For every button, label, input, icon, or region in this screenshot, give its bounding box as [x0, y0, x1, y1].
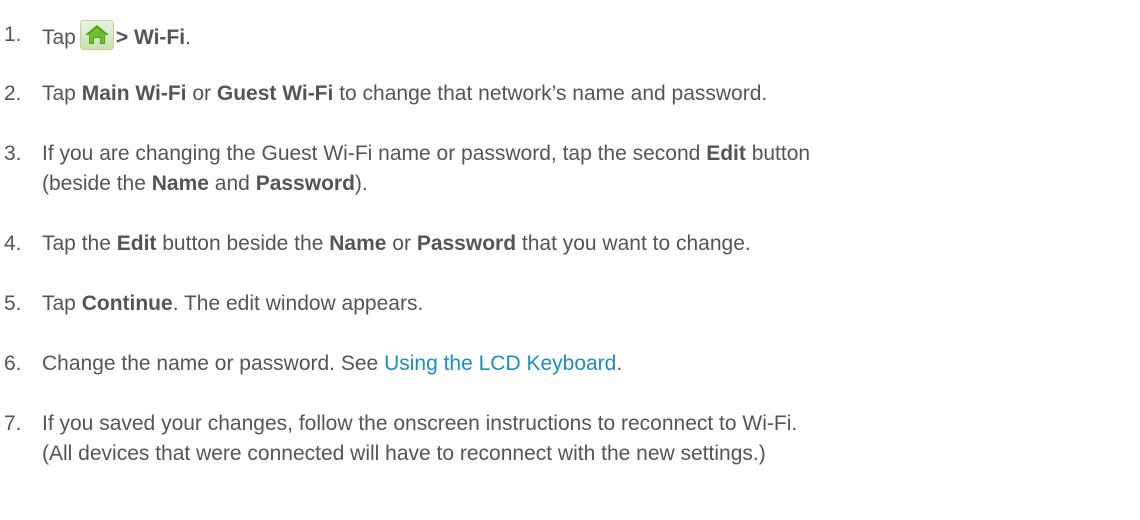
connector-word: and	[214, 172, 250, 195]
password-label: Password	[416, 232, 517, 255]
connector-word: or	[392, 232, 411, 255]
step-rest-text: that you want to change.	[521, 232, 751, 255]
step-number: 4.	[4, 232, 22, 255]
step-number: 7.	[4, 412, 22, 435]
main-wifi-label: Main Wi-Fi	[81, 82, 187, 105]
continue-label: Continue	[81, 292, 173, 315]
step-text: Tap Continue. The edit window appears.	[42, 289, 1112, 319]
step-tap-word: Tap	[42, 292, 76, 315]
name-label: Name	[151, 172, 209, 195]
punctuation: .	[185, 26, 191, 49]
step-text: Tap > Wi-Fi.	[42, 20, 1112, 53]
step-text: Change the name or password. See Using t…	[42, 349, 1112, 379]
step-main-text: Change the name or password. See	[42, 352, 379, 375]
button-word: button	[751, 142, 811, 165]
step-number: 6.	[4, 352, 22, 375]
step-number: 3.	[4, 142, 22, 165]
step-line-1: If you are changing the Guest Wi-Fi name…	[42, 142, 701, 165]
lcd-keyboard-link[interactable]: Using the LCD Keyboard	[384, 352, 616, 375]
punctuation: ).	[354, 172, 368, 195]
edit-label: Edit	[116, 232, 157, 255]
step-number: 5.	[4, 292, 22, 315]
edit-label: Edit	[706, 142, 746, 165]
step-line-2: (beside the	[42, 172, 146, 195]
name-label: Name	[329, 232, 387, 255]
step-rest-text: . The edit window appears.	[172, 292, 424, 315]
guest-wifi-label: Guest Wi-Fi	[216, 82, 334, 105]
step-text: If you are changing the Guest Wi-Fi name…	[42, 139, 1112, 199]
home-icon	[79, 20, 114, 50]
step-text: Tap the Edit button beside the Name or P…	[42, 229, 1112, 259]
step-tap-word: Tap	[42, 26, 76, 49]
step-text: If you saved your changes, follow the on…	[42, 409, 1112, 469]
punctuation: .	[616, 352, 623, 375]
connector-word: or	[192, 82, 212, 105]
password-label: Password	[255, 172, 355, 195]
step-line-1: If you saved your changes, follow the on…	[42, 412, 798, 435]
wifi-menu-label: > Wi-Fi	[115, 26, 186, 49]
step-number: 2.	[4, 82, 22, 105]
step-text: Tap Main Wi-Fi or Guest Wi-Fi to change …	[42, 79, 1112, 109]
step-number: 1.	[4, 23, 22, 46]
step-line-2: (All devices that were connected will ha…	[42, 442, 766, 465]
step-tap-word: Tap	[42, 82, 76, 105]
step-mid-text: button beside the	[162, 232, 324, 255]
step-rest-text: to change that network’s name and passwo…	[339, 82, 768, 105]
step-tap-word: Tap the	[42, 232, 111, 255]
